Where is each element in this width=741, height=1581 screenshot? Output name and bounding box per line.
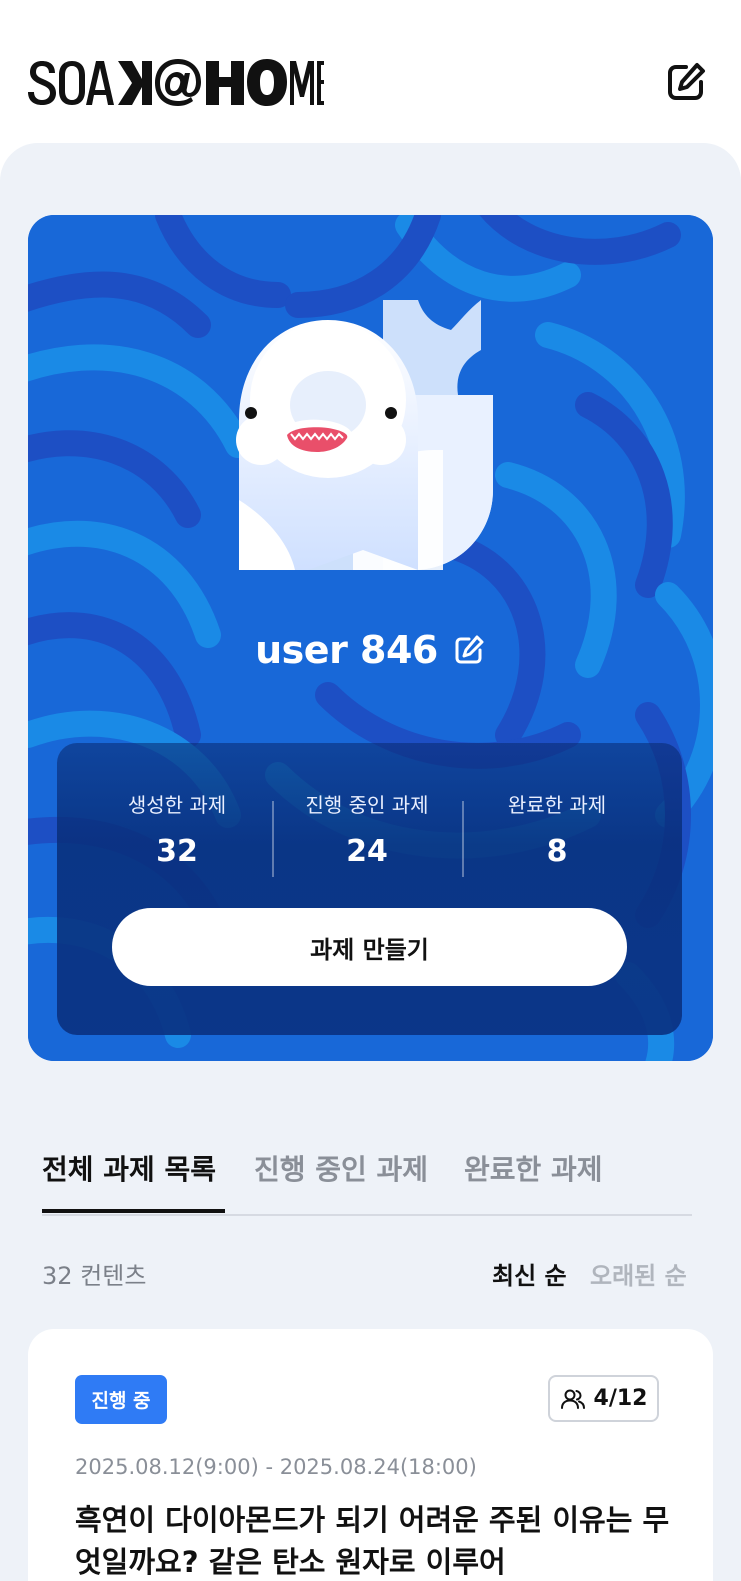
- app-header: [0, 0, 741, 150]
- tab-in-progress[interactable]: 진행 중인 과제: [254, 1148, 428, 1188]
- edit-icon[interactable]: [452, 633, 486, 667]
- people-icon: [560, 1386, 586, 1412]
- stats-panel: 생성한 과제 32 진행 중인 과제 24 완료한 과제 8 과제 만들기: [57, 743, 682, 1035]
- stat-completed: 완료한 과제 8: [457, 789, 657, 869]
- edit-icon[interactable]: [664, 60, 708, 104]
- task-card[interactable]: 진행 중 4/12 2025.08.12(9:00) - 2025.08.24(…: [28, 1329, 713, 1581]
- stat-value: 32: [156, 834, 198, 869]
- username: user 846: [255, 628, 438, 672]
- stat-label: 생성한 과제: [127, 793, 227, 817]
- members-count: 4/12: [593, 1386, 648, 1411]
- stat-created: 생성한 과제 32: [77, 789, 277, 869]
- username-row: user 846: [28, 625, 713, 675]
- tab-all-tasks[interactable]: 전체 과제 목록: [42, 1148, 216, 1188]
- app-logo[interactable]: [28, 55, 324, 107]
- stat-label: 진행 중인 과제: [305, 793, 429, 817]
- content-count: 32 컨텐츠: [42, 1262, 147, 1290]
- members-badge[interactable]: 4/12: [548, 1375, 659, 1422]
- stat-in-progress: 진행 중인 과제 24: [267, 789, 467, 869]
- date-range: 2025.08.12(9:00) - 2025.08.24(18:00): [75, 1455, 477, 1479]
- task-tabs: 전체 과제 목록 진행 중인 과제 완료한 과제: [42, 1140, 692, 1216]
- stat-value: 8: [546, 834, 568, 869]
- tab-completed[interactable]: 완료한 과제: [464, 1148, 603, 1188]
- task-title: 흑연이 다이아몬드가 되기 어려운 주된 이유는 무엇일까요? 같은 탄소 원자…: [75, 1503, 670, 1579]
- list-toolbar: 32 컨텐츠 최신 순 오래된 순: [42, 1252, 692, 1292]
- sort-oldest[interactable]: 오래된 순: [590, 1256, 687, 1291]
- stat-value: 24: [346, 834, 388, 869]
- active-tab-indicator: [42, 1209, 225, 1213]
- create-task-button[interactable]: 과제 만들기: [112, 908, 627, 986]
- beluga-whale-avatar: [236, 300, 493, 570]
- status-badge: 진행 중: [75, 1375, 167, 1424]
- sort-newest[interactable]: 최신 순: [492, 1256, 567, 1291]
- stat-label: 완료한 과제: [507, 793, 607, 817]
- profile-card: user 846 생성한 과제 32 진행 중인 과제 24 완료한 과제 8 …: [28, 215, 713, 1061]
